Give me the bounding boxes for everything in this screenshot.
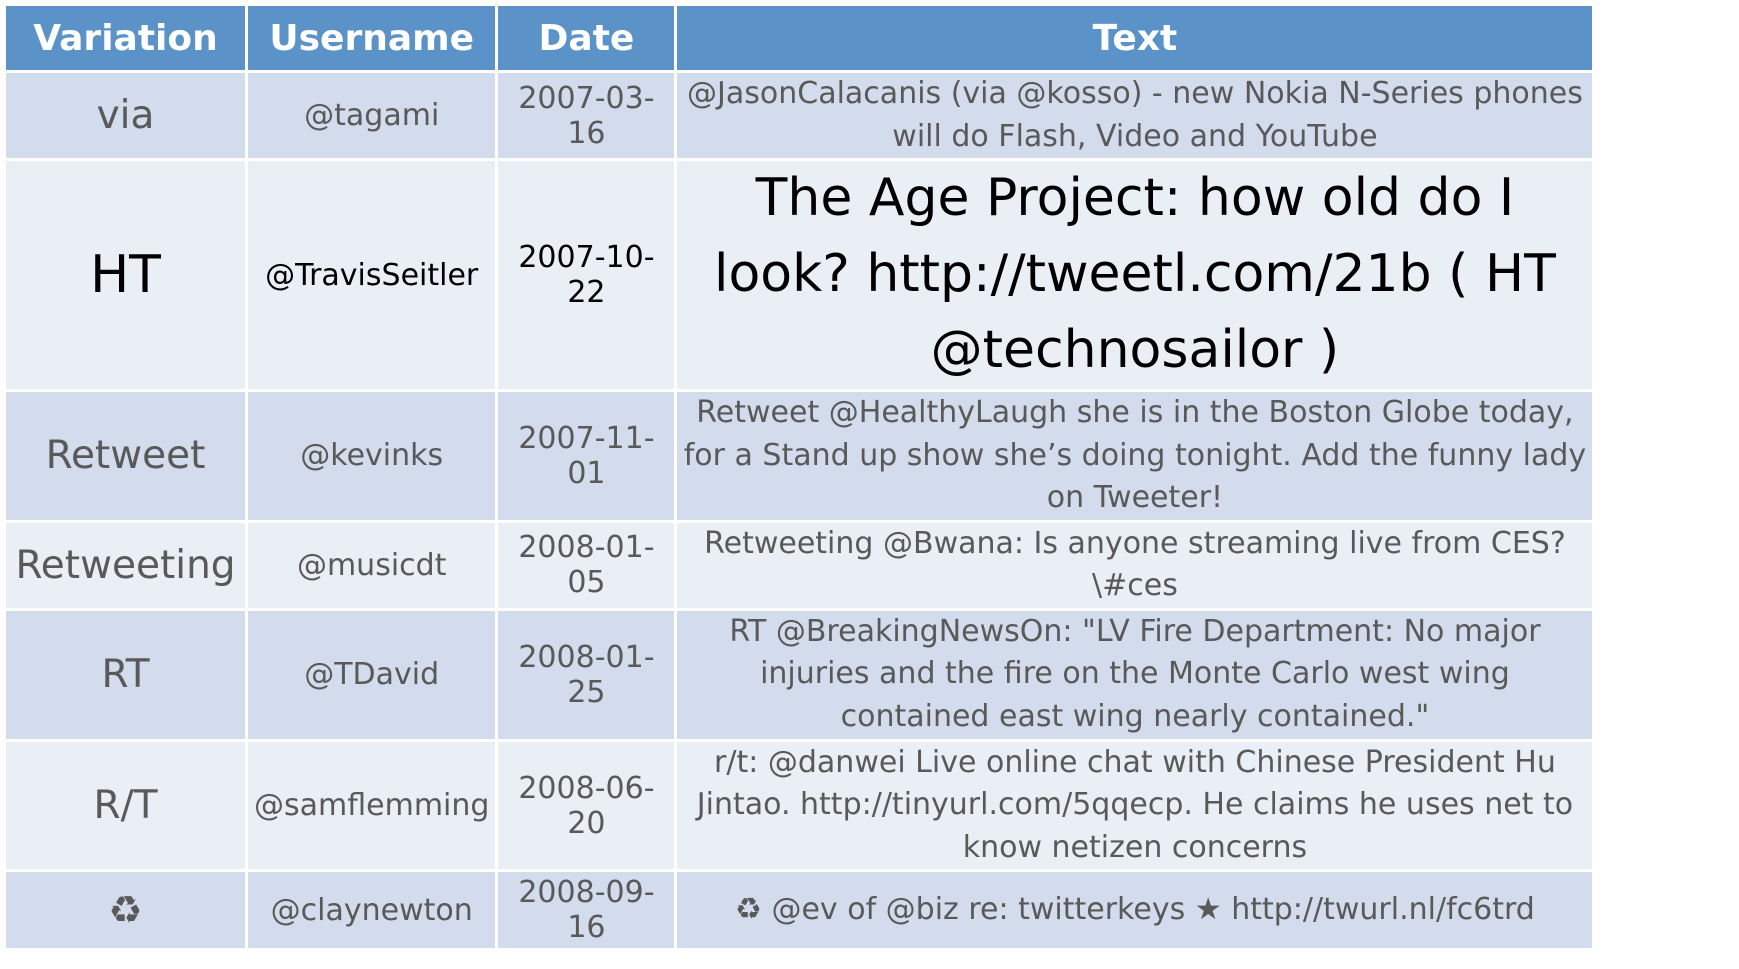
table-row: HT @TravisSeitler 2007-10-22 The Age Pro… (6, 161, 1593, 389)
tweet-text-cell: Retweeting @Bwana: Is anyone streaming l… (677, 522, 1593, 608)
header-variation: Variation (6, 6, 245, 70)
variation-cell: ♻ (6, 872, 245, 949)
tweet-text-cell: Retweet @HealthyLaugh she is in the Bost… (677, 391, 1593, 520)
username-cell: @TDavid (248, 610, 496, 739)
header-username: Username (248, 6, 496, 70)
variation-cell: via (6, 73, 245, 159)
variation-cell: Retweeting (6, 522, 245, 608)
date-cell: 2008-01-25 (498, 610, 675, 739)
date-cell: 2007-03-16 (498, 73, 675, 159)
username-cell: @samflemming (248, 741, 496, 870)
recycle-icon: ♻ (735, 892, 762, 928)
header-date: Date (498, 6, 675, 70)
username-cell: @TravisSeitler (248, 161, 496, 389)
tweet-text-cell: ♻ @ev of @biz re: twitterkeys ★ http://t… (677, 872, 1593, 949)
tweet-text-cell: @JasonCalacanis (via @kosso) - new Nokia… (677, 73, 1593, 159)
table-row: ♻ @claynewton 2008-09-16 ♻ @ev of @biz r… (6, 872, 1593, 949)
table-row: R/T @samflemming 2008-06-20 r/t: @danwei… (6, 741, 1593, 870)
variation-cell: HT (6, 161, 245, 389)
username-cell: @claynewton (248, 872, 496, 949)
username-cell: @kevinks (248, 391, 496, 520)
variation-cell: Retweet (6, 391, 245, 520)
date-cell: 2007-10-22 (498, 161, 675, 389)
tweet-text-cell: r/t: @danwei Live online chat with Chine… (677, 741, 1593, 870)
tweet-text-cell: The Age Project: how old do I look? http… (677, 161, 1593, 389)
recycle-icon: ♻ (108, 887, 143, 932)
username-cell: @tagami (248, 73, 496, 159)
table-row: Retweeting @musicdt 2008-01-05 Retweetin… (6, 522, 1593, 608)
header-text: Text (677, 6, 1593, 70)
retweet-variations-table: Variation Username Date Text via @tagami… (3, 3, 1595, 951)
date-cell: 2008-09-16 (498, 872, 675, 949)
tweet-text-cell: RT @BreakingNewsOn: "LV Fire Department:… (677, 610, 1593, 739)
variation-cell: RT (6, 610, 245, 739)
table-row: via @tagami 2007-03-16 @JasonCalacanis (… (6, 73, 1593, 159)
variation-cell: R/T (6, 741, 245, 870)
header-row: Variation Username Date Text (6, 6, 1593, 70)
tweet-body: @ev of @biz re: twitterkeys (771, 892, 1186, 928)
date-cell: 2008-06-20 (498, 741, 675, 870)
star-icon: ★ (1194, 892, 1222, 928)
table-row: Retweet @kevinks 2007-11-01 Retweet @Hea… (6, 391, 1593, 520)
table-row: RT @TDavid 2008-01-25 RT @BreakingNewsOn… (6, 610, 1593, 739)
username-cell: @musicdt (248, 522, 496, 608)
date-cell: 2008-01-05 (498, 522, 675, 608)
tweet-link[interactable]: http://twurl.nl/fc6trd (1231, 892, 1535, 927)
date-cell: 2007-11-01 (498, 391, 675, 520)
